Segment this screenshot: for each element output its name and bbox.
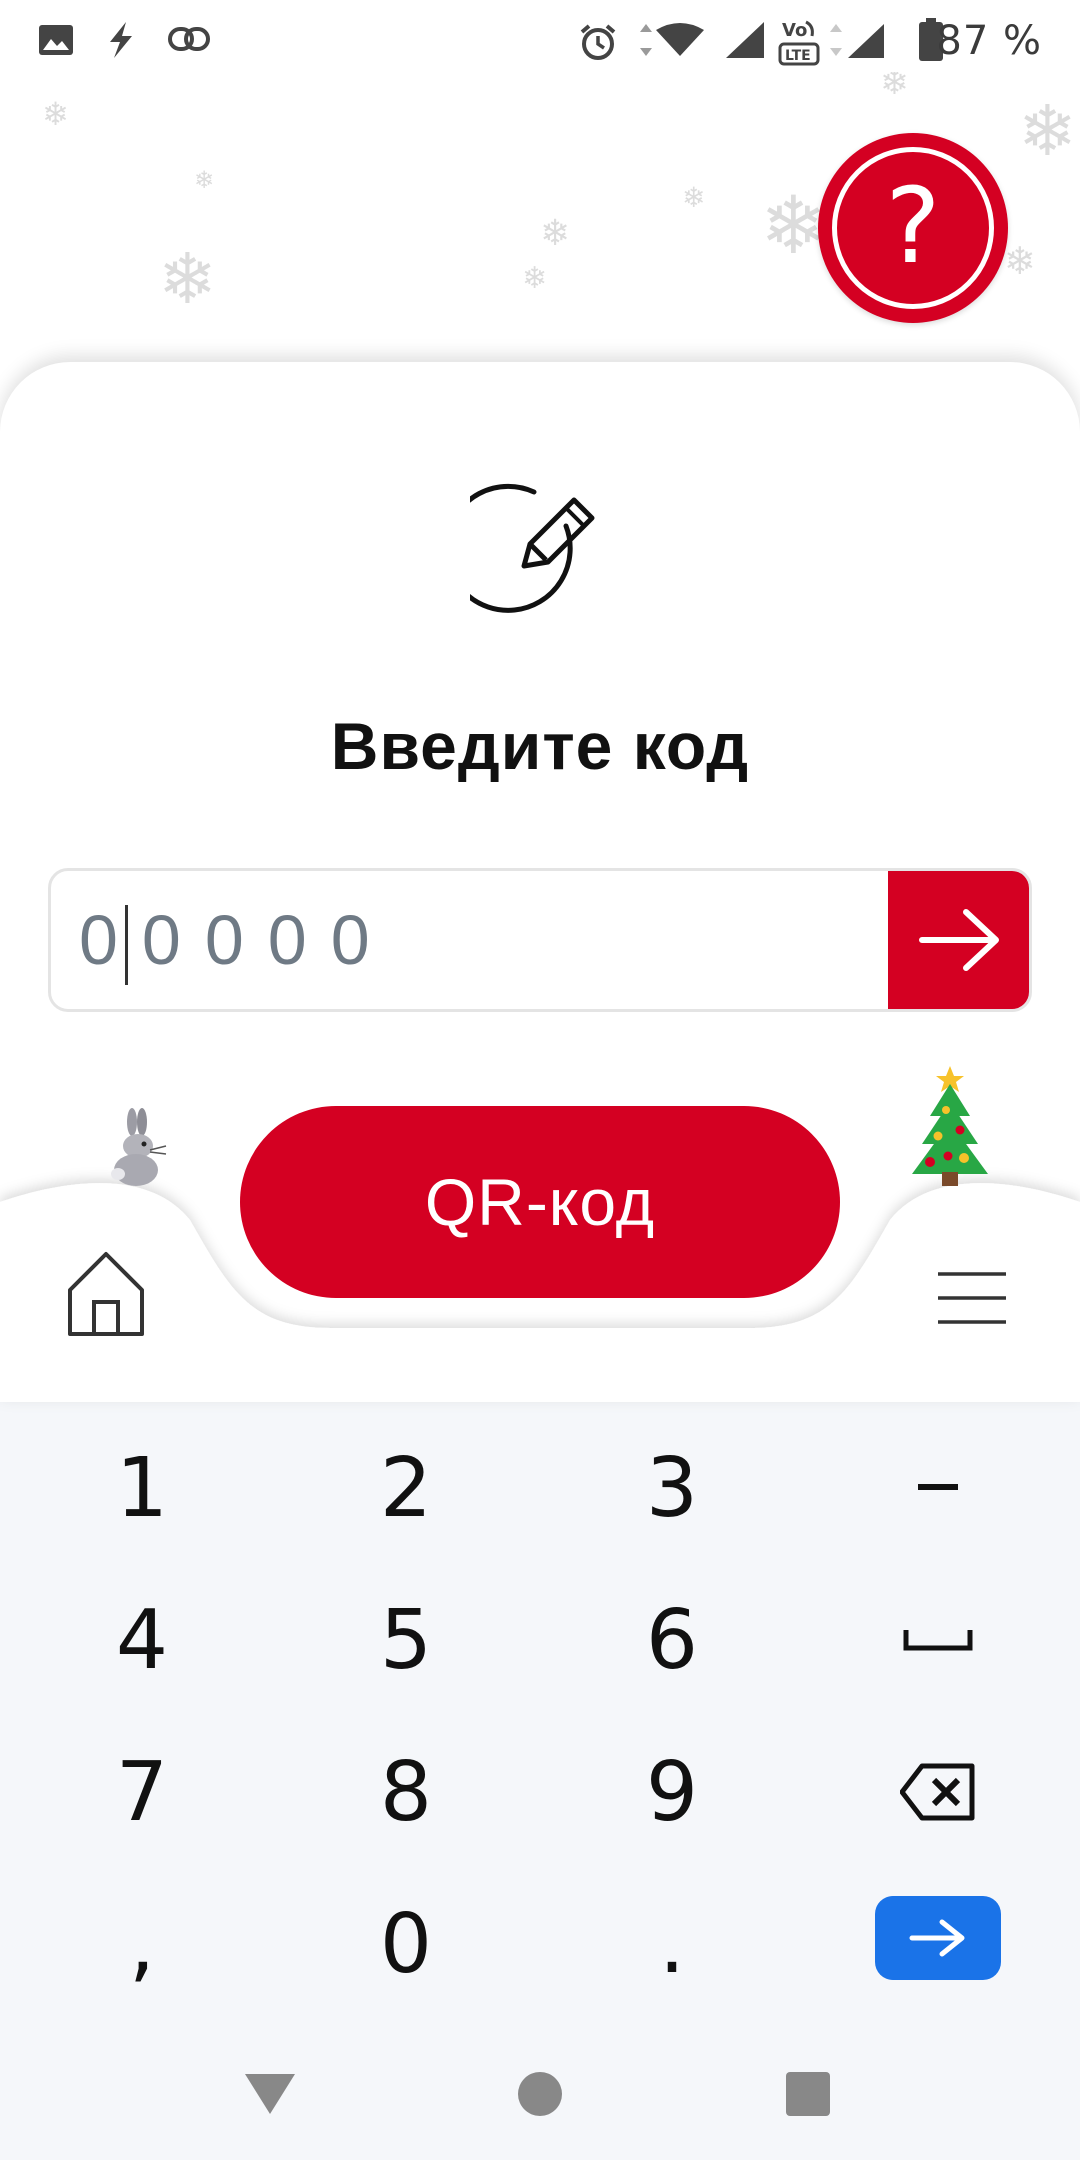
key-6[interactable]: 6 bbox=[552, 1570, 792, 1710]
key-enter[interactable] bbox=[818, 1868, 1058, 2008]
page-title: Введите код bbox=[330, 709, 750, 783]
numeric-keyboard: 1 2 3 4 5 6 7 8 9 , 0 . bbox=[0, 1392, 1080, 2020]
link-icon bbox=[168, 27, 210, 51]
bottom-navigation: QR-код bbox=[0, 1060, 1080, 1390]
arrow-right-icon bbox=[909, 1919, 965, 1957]
snowflake-icon: ❄ bbox=[682, 181, 706, 214]
signal-icon bbox=[726, 22, 764, 58]
enter-key-pill bbox=[875, 1896, 1001, 1980]
signal-icon bbox=[830, 24, 884, 58]
qr-code-button[interactable]: QR-код bbox=[240, 1106, 840, 1298]
key-5[interactable]: 5 bbox=[286, 1570, 526, 1710]
snowflake-icon: ❄ bbox=[158, 238, 217, 320]
space-icon bbox=[903, 1630, 973, 1651]
help-button[interactable]: ? bbox=[818, 133, 1008, 323]
key-4[interactable]: 4 bbox=[22, 1570, 262, 1710]
home-icon[interactable] bbox=[64, 1250, 148, 1340]
christmas-tree-icon bbox=[912, 1066, 988, 1186]
key-9[interactable]: 9 bbox=[552, 1722, 792, 1862]
wifi-icon bbox=[640, 23, 704, 56]
key-space[interactable] bbox=[818, 1570, 1058, 1710]
image-icon bbox=[39, 25, 73, 55]
key-2[interactable]: 2 bbox=[286, 1418, 526, 1558]
submit-code-button[interactable] bbox=[888, 871, 1029, 1009]
bunny-icon bbox=[111, 1108, 167, 1186]
key-minus[interactable] bbox=[818, 1418, 1058, 1558]
svg-text:Vo: Vo bbox=[782, 20, 807, 41]
snowflake-icon: ❄ bbox=[522, 261, 548, 296]
key-3[interactable]: 3 bbox=[552, 1418, 792, 1558]
key-0[interactable]: 0 bbox=[286, 1874, 526, 2014]
home-nav-icon[interactable] bbox=[513, 2066, 567, 2120]
flash-icon bbox=[110, 22, 132, 58]
code-input-field bbox=[48, 868, 1032, 1012]
arrow-right-icon bbox=[919, 909, 999, 971]
help-ring bbox=[832, 147, 994, 309]
minus-icon bbox=[918, 1484, 958, 1490]
menu-icon[interactable] bbox=[936, 1268, 1008, 1328]
snowflake-icon: ❄ bbox=[880, 72, 909, 103]
key-7[interactable]: 7 bbox=[22, 1722, 262, 1862]
snowflake-icon: ❄ bbox=[1018, 90, 1077, 172]
alarm-icon bbox=[580, 24, 616, 60]
code-input[interactable] bbox=[51, 871, 891, 1009]
snowflake-icon: ❄ bbox=[194, 166, 215, 194]
key-period[interactable]: . bbox=[552, 1874, 792, 2014]
svg-text:LTE: LTE bbox=[785, 48, 811, 64]
edit-icon bbox=[470, 483, 595, 613]
volte-icon: Vo LTE bbox=[778, 20, 820, 66]
key-comma[interactable]: , bbox=[22, 1874, 262, 2014]
snowflake-icon: ❄ bbox=[42, 95, 69, 133]
snowflake-icon: ❄ bbox=[540, 213, 571, 254]
system-navigation-bar bbox=[0, 2020, 1080, 2160]
status-bar: Vo LTE 87 % bbox=[0, 0, 1080, 72]
recents-icon[interactable] bbox=[782, 2066, 836, 2120]
key-backspace[interactable] bbox=[818, 1722, 1058, 1862]
text-cursor bbox=[125, 905, 128, 985]
battery-percent: 87 % bbox=[936, 18, 1042, 64]
snowflake-icon: ❄ bbox=[1004, 239, 1036, 283]
backspace-icon bbox=[900, 1763, 975, 1821]
snowflake-icon: ❄ bbox=[760, 179, 828, 272]
back-icon[interactable] bbox=[243, 2066, 297, 2120]
key-1[interactable]: 1 bbox=[22, 1418, 262, 1558]
key-8[interactable]: 8 bbox=[286, 1722, 526, 1862]
